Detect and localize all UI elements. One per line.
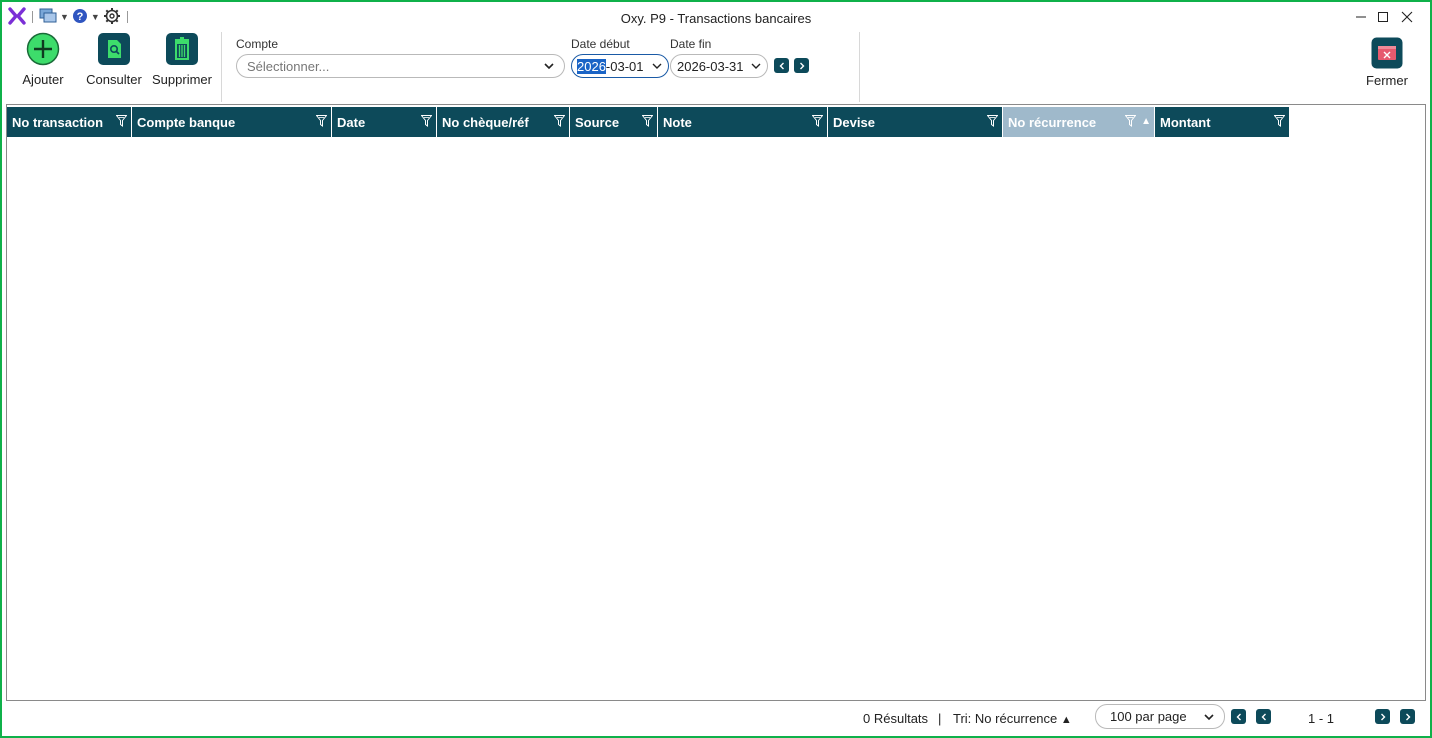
filter-icon[interactable] bbox=[1273, 115, 1286, 130]
delete-button-label: Supprimer bbox=[152, 72, 212, 87]
column-header-label: No transaction bbox=[12, 114, 104, 130]
close-button[interactable]: Fermer bbox=[1362, 37, 1412, 95]
chevron-left-icon bbox=[779, 62, 784, 69]
toolbar-separator bbox=[126, 11, 128, 23]
close-window-button[interactable] bbox=[1384, 2, 1430, 32]
last-page-button[interactable] bbox=[1400, 709, 1415, 724]
previous-page-button[interactable] bbox=[1256, 709, 1271, 724]
filter-icon[interactable] bbox=[811, 115, 824, 130]
column-header[interactable]: No chèque/réf bbox=[437, 107, 570, 137]
page-range: 1 - 1 bbox=[1308, 711, 1335, 726]
column-header[interactable]: No transaction bbox=[7, 107, 132, 137]
sort-ascending-icon: ▲ bbox=[1141, 116, 1151, 127]
column-header-label: Compte banque bbox=[137, 114, 236, 130]
app-window: ▼ ? ▼ Oxy. P9 - Transactions bancaires A… bbox=[2, 2, 1430, 736]
column-header[interactable]: Montant bbox=[1155, 107, 1290, 137]
column-header-label: No chèque/réf bbox=[442, 114, 529, 130]
end-date-text: 2026-03-31 bbox=[677, 58, 744, 74]
chevron-left-icon bbox=[1236, 713, 1241, 720]
chevron-right-icon bbox=[1405, 713, 1410, 720]
trash-icon bbox=[166, 33, 198, 65]
per-page-value: 100 par page bbox=[1110, 709, 1187, 724]
end-date-label: Date fin bbox=[670, 37, 712, 51]
chevron-down-icon bbox=[751, 63, 761, 69]
ribbon-separator bbox=[859, 32, 860, 102]
plus-circle-icon bbox=[26, 32, 60, 66]
chevron-down-icon bbox=[652, 63, 662, 69]
start-date-label: Date début bbox=[571, 37, 630, 51]
view-button[interactable]: Consulter bbox=[84, 32, 144, 90]
gear-icon[interactable] bbox=[103, 7, 121, 28]
toolbar-separator bbox=[32, 11, 33, 23]
account-select[interactable]: Sélectionner... bbox=[236, 54, 565, 78]
start-date-text: -03-01 bbox=[605, 58, 644, 74]
column-header-label: Date bbox=[337, 114, 366, 130]
sort-label: Tri: No récurrence bbox=[953, 711, 1058, 726]
results-count: 0 Résultats bbox=[863, 711, 929, 726]
next-page-button[interactable] bbox=[1375, 709, 1390, 724]
start-date-selected-text: 2026 bbox=[577, 58, 606, 74]
view-button-label: Consulter bbox=[86, 72, 142, 87]
filter-icon[interactable] bbox=[986, 115, 999, 130]
filter-icon[interactable] bbox=[115, 115, 128, 130]
quick-access-toolbar: ▼ ? ▼ bbox=[8, 6, 131, 28]
start-date-field[interactable]: 2026 -03-01 bbox=[571, 54, 669, 78]
sort-info: Tri: No récurrence ▲ bbox=[953, 711, 1072, 726]
chevron-right-icon bbox=[1380, 713, 1385, 720]
window-title: Oxy. P9 - Transactions bancaires bbox=[620, 11, 812, 26]
account-placeholder: Sélectionner... bbox=[247, 58, 330, 74]
oxygen-logo-icon[interactable] bbox=[8, 6, 26, 28]
column-header[interactable]: Date bbox=[332, 107, 437, 137]
column-header-label: Note bbox=[663, 114, 692, 130]
column-header[interactable]: Devise bbox=[828, 107, 1003, 137]
chevron-down-icon bbox=[544, 63, 554, 70]
table-header: No transaction Compte banque Date No chèque… bbox=[7, 107, 1290, 137]
filter-icon[interactable] bbox=[315, 115, 328, 130]
close-button-label: Fermer bbox=[1366, 73, 1408, 88]
previous-period-button[interactable] bbox=[774, 58, 789, 73]
filter-icon[interactable] bbox=[420, 115, 433, 130]
chevron-down-icon[interactable]: ▼ bbox=[60, 12, 69, 22]
filter-icon[interactable] bbox=[641, 115, 654, 130]
column-header[interactable]: Compte banque bbox=[132, 107, 332, 137]
add-button-label: Ajouter bbox=[22, 72, 64, 87]
title-bar: ▼ ? ▼ Oxy. P9 - Transactions bancaires bbox=[2, 2, 1430, 32]
transactions-table: No transaction Compte banque Date No chèque… bbox=[6, 104, 1426, 701]
help-icon[interactable]: ? bbox=[72, 8, 88, 27]
column-header[interactable]: Source bbox=[570, 107, 658, 137]
ribbon-separator bbox=[221, 32, 222, 102]
column-header-label: No récurrence bbox=[1008, 114, 1097, 130]
status-divider: | bbox=[938, 711, 942, 726]
delete-button[interactable]: Supprimer bbox=[150, 32, 214, 90]
per-page-select[interactable]: 100 par page bbox=[1095, 704, 1225, 729]
close-icon bbox=[1401, 11, 1413, 23]
chevron-right-icon bbox=[799, 62, 804, 69]
column-header[interactable]: No récurrence ▲ bbox=[1003, 107, 1155, 137]
column-header-label: Source bbox=[575, 114, 620, 130]
column-header[interactable]: Note bbox=[658, 107, 828, 137]
add-button[interactable]: Ajouter bbox=[16, 32, 70, 90]
sort-ascending-icon: ▲ bbox=[1060, 714, 1072, 726]
filter-icon[interactable] bbox=[1124, 115, 1137, 130]
svg-text:?: ? bbox=[77, 11, 84, 23]
first-page-button[interactable] bbox=[1231, 709, 1246, 724]
account-label: Compte bbox=[236, 37, 279, 51]
column-header-label: Montant bbox=[1160, 114, 1211, 130]
document-search-icon bbox=[98, 33, 130, 65]
end-date-field[interactable]: 2026-03-31 bbox=[670, 54, 768, 78]
chevron-left-icon bbox=[1261, 713, 1266, 720]
chevron-down-icon[interactable]: ▼ bbox=[91, 12, 100, 22]
close-box-icon bbox=[1371, 37, 1403, 69]
next-period-button[interactable] bbox=[794, 58, 809, 73]
chevron-down-icon bbox=[1204, 714, 1214, 721]
filter-icon[interactable] bbox=[553, 115, 566, 130]
status-bar: 0 Résultats | Tri: No récurrence ▲ 100 p… bbox=[6, 702, 1426, 733]
windows-icon[interactable] bbox=[39, 8, 57, 27]
column-header-label: Devise bbox=[833, 114, 875, 130]
ribbon-toolbar: Ajouter Consulter Supprimer Compte Sélec… bbox=[2, 32, 1430, 102]
